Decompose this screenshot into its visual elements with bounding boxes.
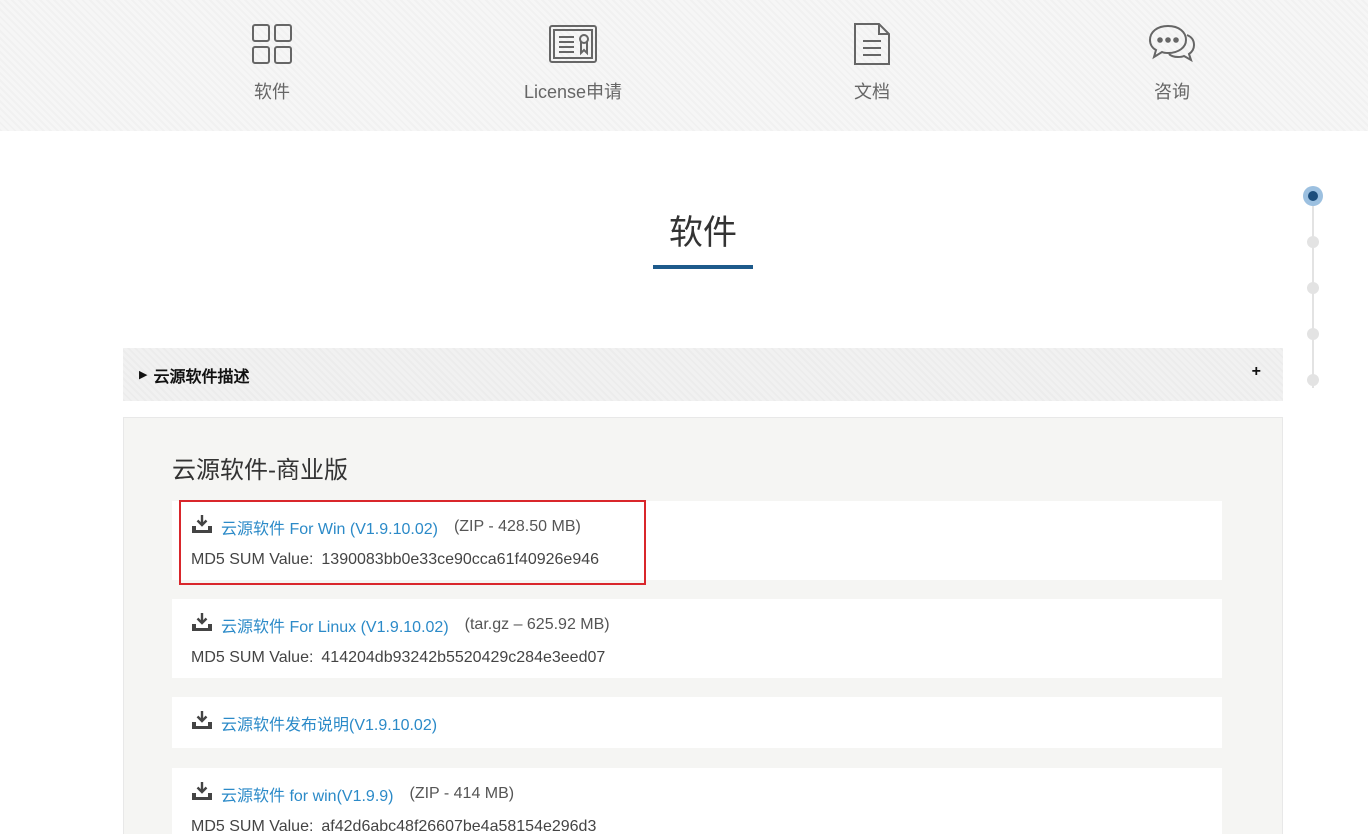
md5-label: MD5 SUM Value:	[191, 649, 314, 666]
document-icon	[847, 20, 897, 68]
md5-line: MD5 SUM Value: af42d6abc48f26607be4a58154…	[191, 816, 596, 834]
download-link[interactable]: 云源软件 For Win (V1.9.10.02)	[221, 515, 438, 539]
nav-item-consult[interactable]: 咨询	[1072, 0, 1272, 131]
download-link[interactable]: 云源软件发布说明(V1.9.10.02)	[221, 711, 437, 735]
scroll-dot[interactable]	[1307, 282, 1319, 294]
download-icon	[192, 782, 212, 800]
scroll-dot[interactable]	[1307, 236, 1319, 248]
top-navigation: 软件 License申请 文档 咨询	[0, 0, 1368, 131]
scroll-dot[interactable]	[1307, 328, 1319, 340]
md5-label: MD5 SUM Value:	[191, 818, 314, 834]
download-link[interactable]: 云源软件 for win(V1.9.9)	[221, 782, 394, 806]
downloads-panel: 云源软件-商业版 云源软件 For Win (V1.9.10.02) (ZIP …	[123, 417, 1283, 834]
nav-item-license[interactable]: License申请	[473, 0, 673, 131]
chat-bubbles-icon	[1147, 20, 1197, 68]
file-size: (tar.gz – 625.92 MB)	[464, 616, 610, 633]
md5-line: MD5 SUM Value: 414204db93242b5520429c284e…	[191, 647, 605, 669]
md5-value: 414204db93242b5520429c284e3eed07	[321, 649, 606, 666]
md5-value: 1390083bb0e33ce90cca61f40926e946	[321, 551, 600, 568]
software-description-accordion[interactable]: ▶ 云源软件描述 +	[123, 348, 1283, 401]
section-title: 软件	[669, 214, 737, 252]
expand-icon[interactable]: +	[1252, 363, 1261, 381]
download-card-release-notes: 云源软件发布说明(V1.9.10.02)	[172, 697, 1222, 748]
nav-label: License申请	[523, 82, 623, 102]
nav-label: 软件	[254, 82, 290, 102]
certificate-icon	[548, 20, 598, 68]
download-line: 云源软件 For Win (V1.9.10.02) (ZIP - 428.50 …	[191, 515, 581, 539]
md5-value: af42d6abc48f26607be4a58154e296d3	[321, 818, 597, 834]
triangle-right-icon: ▶	[139, 369, 148, 381]
download-card-win: 云源软件 For Win (V1.9.10.02) (ZIP - 428.50 …	[172, 501, 1222, 580]
md5-line: MD5 SUM Value: 1390083bb0e33ce90cca61f409…	[191, 549, 599, 571]
nav-item-docs[interactable]: 文档	[772, 0, 972, 131]
download-icon	[192, 711, 212, 729]
download-card-win-old: 云源软件 for win(V1.9.9) (ZIP - 414 MB) MD5 …	[172, 768, 1222, 834]
file-size: (ZIP - 428.50 MB)	[453, 518, 581, 535]
nav-label: 文档	[854, 82, 890, 102]
download-line: 云源软件 For Linux (V1.9.10.02) (tar.gz – 62…	[191, 613, 610, 637]
nav-label: 咨询	[1154, 82, 1190, 102]
download-icon	[192, 613, 212, 631]
accordion-label: 云源软件描述	[153, 368, 250, 386]
panel-title: 云源软件-商业版	[172, 457, 348, 484]
download-card-linux: 云源软件 For Linux (V1.9.10.02) (tar.gz – 62…	[172, 599, 1222, 678]
download-link[interactable]: 云源软件 For Linux (V1.9.10.02)	[221, 613, 449, 637]
md5-label: MD5 SUM Value:	[191, 551, 314, 568]
download-line: 云源软件发布说明(V1.9.10.02)	[191, 711, 437, 735]
scroll-dot-software[interactable]	[1303, 186, 1323, 206]
download-line: 云源软件 for win(V1.9.9) (ZIP - 414 MB)	[191, 782, 514, 806]
file-size: (ZIP - 414 MB)	[409, 785, 515, 802]
download-icon	[192, 515, 212, 533]
grid-icon	[247, 20, 297, 68]
nav-item-software[interactable]: 软件	[172, 0, 372, 131]
title-underline	[653, 265, 753, 269]
scroll-dot[interactable]	[1307, 374, 1319, 386]
